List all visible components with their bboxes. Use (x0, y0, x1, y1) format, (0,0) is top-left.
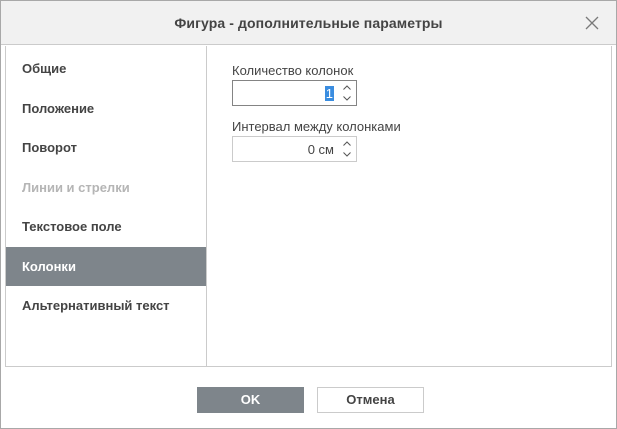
cancel-button[interactable]: Отмена (317, 387, 424, 413)
column-count-spin-buttons (340, 82, 354, 104)
column-count-decrease-button[interactable] (340, 93, 354, 104)
sidebar-item-lines-arrows: Линии и стрелки (22, 179, 130, 195)
settings-sidebar: Общие Положение Поворот Линии и стрелки … (6, 46, 207, 366)
close-icon (585, 16, 599, 30)
column-count-label: Количество колонок (232, 63, 354, 78)
columns-panel: Количество колонок 1 Интервал между коло… (232, 63, 401, 162)
dialog-body: Общие Положение Поворот Линии и стрелки … (5, 46, 612, 367)
sidebar-item-alt-text[interactable]: Альтернативный текст (6, 286, 206, 326)
dialog-footer: OK Отмена (1, 367, 616, 428)
chevron-up-icon (343, 85, 351, 90)
sidebar-item-text-box[interactable]: Текстовое поле (6, 207, 206, 247)
column-spacing-label: Интервал между колонками (232, 119, 401, 134)
close-button[interactable] (583, 14, 601, 32)
chevron-up-icon (343, 141, 351, 146)
column-count-value[interactable]: 1 (324, 86, 334, 101)
column-spacing-value[interactable]: 0 см (308, 142, 334, 157)
column-count-spinner[interactable]: 1 (232, 80, 357, 106)
chevron-down-icon (343, 96, 351, 101)
column-spacing-decrease-button[interactable] (340, 149, 354, 160)
column-count-increase-button[interactable] (340, 82, 354, 93)
ok-button[interactable]: OK (197, 387, 304, 413)
chevron-down-icon (343, 152, 351, 157)
column-spacing-spin-buttons (340, 138, 354, 160)
dialog-title: Фигура - дополнительные параметры (174, 14, 443, 31)
column-spacing-increase-button[interactable] (340, 138, 354, 149)
sidebar-item-rotation[interactable]: Поворот (6, 128, 206, 168)
sidebar-item-position[interactable]: Положение (6, 89, 206, 129)
column-spacing-spinner[interactable]: 0 см (232, 136, 357, 162)
dialog: Фигура - дополнительные параметры Общие … (0, 0, 617, 429)
sidebar-item-columns[interactable]: Колонки (6, 246, 206, 286)
sidebar-item-general[interactable]: Общие (6, 49, 206, 89)
dialog-titlebar: Фигура - дополнительные параметры (1, 1, 616, 45)
